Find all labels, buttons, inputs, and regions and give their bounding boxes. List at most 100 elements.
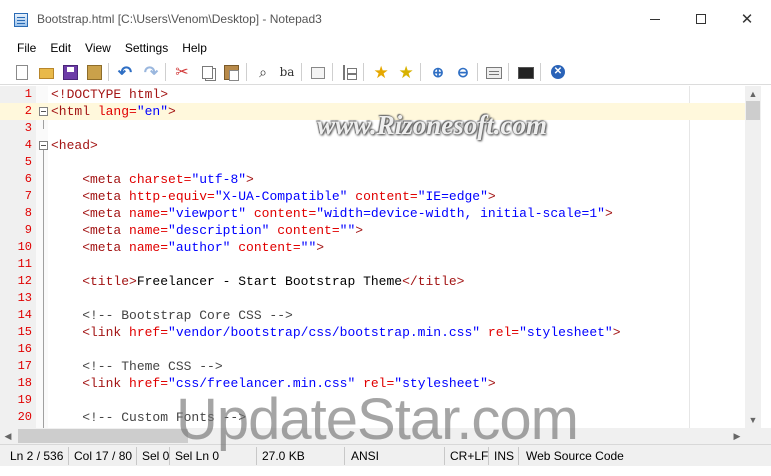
menu-bar: File Edit View Settings Help [0,38,771,58]
scroll-left-icon[interactable]: ◀ [0,428,16,444]
favorites-button[interactable]: ★ [370,61,392,83]
line-number: 6 [24,172,32,186]
toolbar-separator [363,63,364,81]
menu-edit[interactable]: Edit [43,41,78,55]
code-line: 6 <meta charset="utf-8"> [0,171,745,188]
menu-settings[interactable]: Settings [118,41,175,55]
line-number: 3 [24,121,32,135]
paste-button[interactable] [220,61,242,83]
line-number: 14 [17,308,32,322]
tree-view-button[interactable] [338,61,360,83]
open-folder-icon [38,68,54,79]
line-number: 12 [17,274,32,288]
copy-icon [201,65,213,79]
fold-toggle-icon[interactable] [39,107,48,116]
line-number: 17 [17,359,32,373]
line-number: 2 [24,104,32,118]
new-file-button[interactable] [11,61,33,83]
settings-icon [486,67,502,79]
vertical-scrollbar[interactable]: ▲ ▼ [745,86,761,428]
line-number: 20 [17,410,32,424]
code-line: 14 <!-- Bootstrap Core CSS --> [0,307,745,324]
redo-button[interactable]: ↷ [140,61,162,83]
zoom-out-button[interactable]: ⊖ [452,61,474,83]
code-line: 8 <meta name="viewport" content="width=d… [0,205,745,222]
code-line: 15 <link href="vendor/bootstrap/css/boot… [0,324,745,341]
minimize-icon [650,18,660,20]
save-icon [62,64,78,80]
paste-icon [223,64,239,81]
redo-icon: ↷ [143,62,159,82]
code-line: 11 [0,256,745,273]
watermark-updatestar: UpdateStar.com [176,387,579,452]
find-button[interactable]: ⌕ [252,61,274,83]
code-line: 12 <title>Freelancer - Start Bootstrap T… [0,273,745,290]
maximize-icon [696,14,706,24]
menu-help[interactable]: Help [175,41,214,55]
close-button[interactable]: ✕ [724,0,770,38]
scrollbar-corner [745,428,771,444]
line-number: 15 [17,325,32,339]
toolbar-separator [108,63,109,81]
line-number: 1 [24,87,32,101]
status-separator [68,447,69,465]
code-line: 10 <meta name="author" content=""> [0,239,745,256]
word-wrap-icon [311,67,325,79]
add-favorite-button[interactable]: ★ [395,61,417,83]
exit-button[interactable]: ✕ [547,61,569,83]
status-selection: Sel 0 [142,449,170,463]
fold-toggle-icon[interactable] [39,141,48,150]
code-line: 17 <!-- Theme CSS --> [0,358,745,375]
notepad3-app-icon[interactable] [14,13,28,27]
find-icon: ⌕ [259,63,267,80]
settings-button[interactable] [483,61,505,83]
horizontal-scroll-thumb[interactable] [18,429,188,443]
zoom-out-icon: ⊖ [457,63,469,80]
status-separator [136,447,137,465]
toolbar-separator [420,63,421,81]
toolbar: ↶ ↷ ✂ ⌕ ba ★ ★ ⊕ ⊖ ✕ [0,58,771,85]
line-number: 8 [24,206,32,220]
line-number: 11 [17,257,32,271]
toolbar-separator [301,63,302,81]
scroll-down-icon[interactable]: ▼ [745,412,761,428]
open-button[interactable] [35,61,57,83]
screen-icon [518,67,534,79]
status-line-position[interactable]: Ln 2 / 536 [10,448,63,464]
code-line: 9 <meta name="description" content=""> [0,222,745,239]
word-wrap-button[interactable] [307,61,329,83]
favorite-star-icon: ★ [373,62,389,82]
replace-button[interactable]: ba [276,61,298,83]
code-line: 7 <meta http-equiv="X-UA-Compatible" con… [0,188,745,205]
vertical-scroll-thumb[interactable] [746,101,760,120]
scroll-right-icon[interactable]: ▶ [729,428,745,444]
scroll-up-icon[interactable]: ▲ [745,86,761,102]
watermark-rizonesoft: www.Rizonesoft.com [317,110,548,140]
line-number: 10 [17,240,32,254]
toolbar-separator [508,63,509,81]
close-icon: ✕ [740,11,754,28]
save-button[interactable] [59,61,81,83]
screen-button[interactable] [515,61,537,83]
line-number: 13 [17,291,32,305]
zoom-in-button[interactable]: ⊕ [427,61,449,83]
zoom-in-icon: ⊕ [432,63,444,80]
line-number: 19 [17,393,32,407]
copy-button[interactable] [196,61,218,83]
toolbar-separator [332,63,333,81]
undo-button[interactable]: ↶ [114,61,136,83]
undo-icon: ↶ [117,62,133,82]
save-as-button[interactable] [83,61,105,83]
new-file-icon [16,64,28,80]
line-number: 9 [24,223,32,237]
menu-view[interactable]: View [78,41,118,55]
line-number: 7 [24,189,32,203]
code-line: 5 [0,154,745,171]
line-number: 16 [17,342,32,356]
minimize-button[interactable] [632,0,678,38]
code-line: 13 [0,290,745,307]
maximize-button[interactable] [678,0,724,38]
status-column[interactable]: Col 17 / 80 [74,448,132,464]
cut-button[interactable]: ✂ [171,61,193,83]
menu-file[interactable]: File [10,41,43,55]
